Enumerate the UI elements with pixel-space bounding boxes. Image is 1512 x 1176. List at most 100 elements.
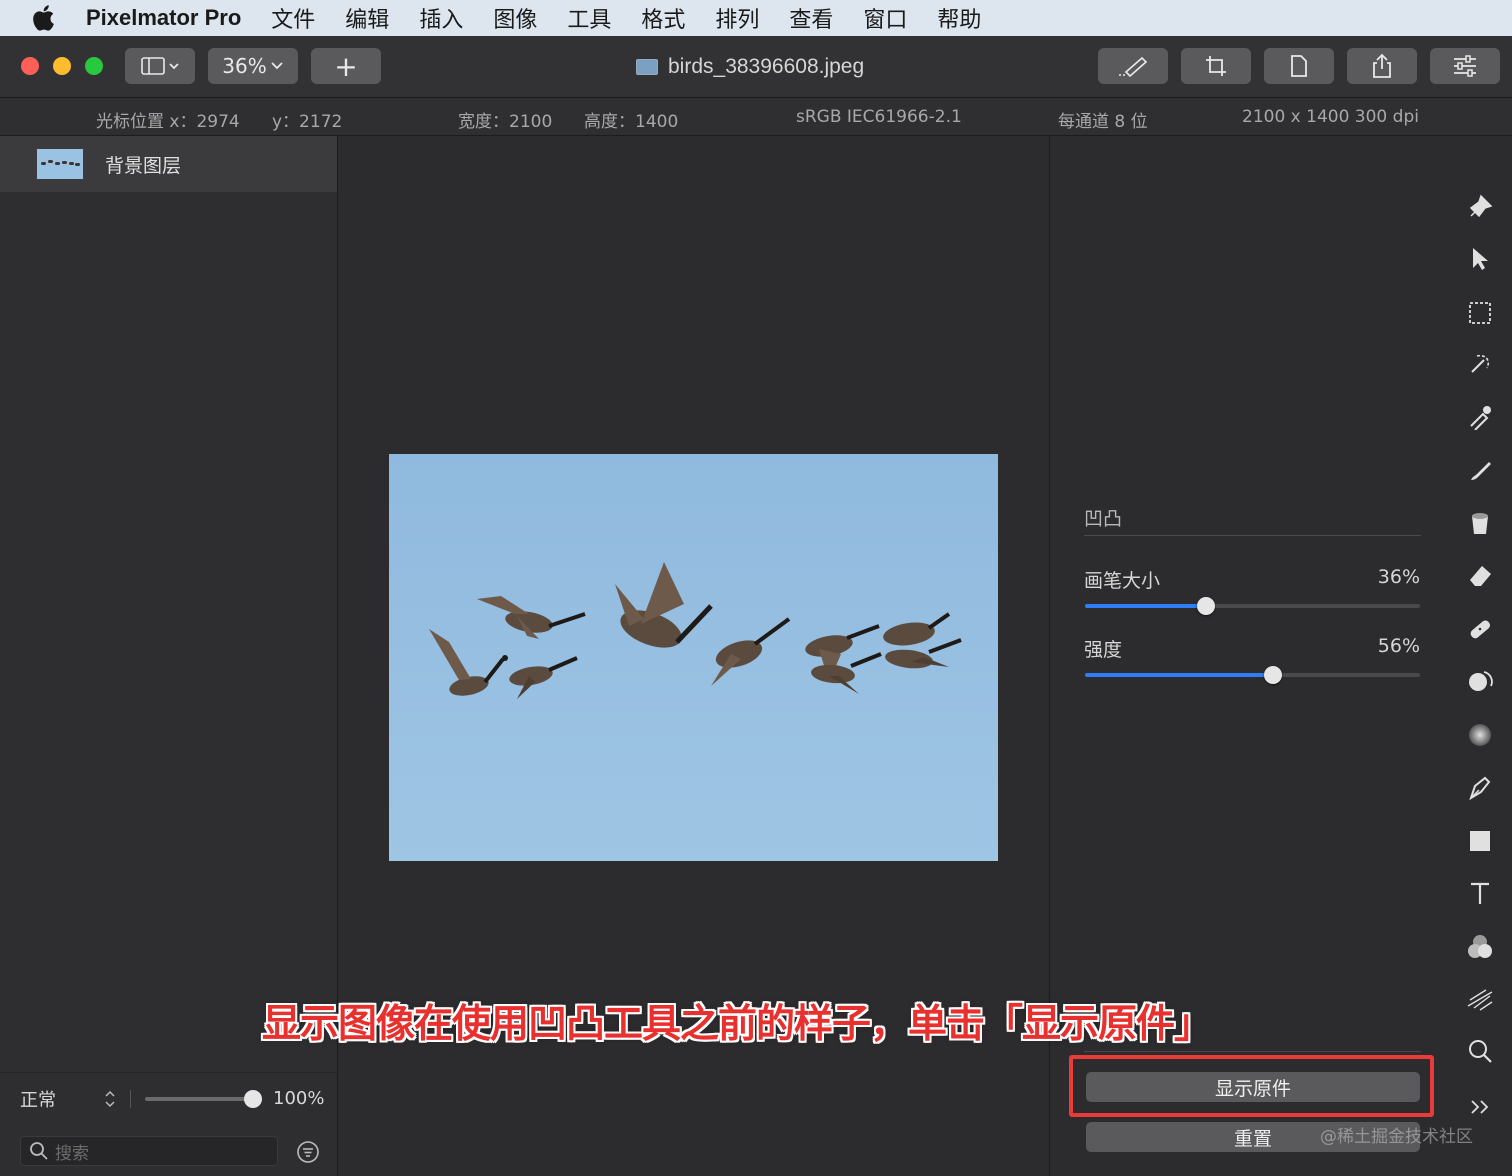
- paint-brush-icon: [1119, 56, 1148, 78]
- adjustments-button[interactable]: [1430, 48, 1500, 84]
- brush-icon: [1471, 462, 1491, 480]
- bandage-icon: [1470, 620, 1491, 639]
- image-width-readout: 宽度：2100: [458, 112, 553, 132]
- menu-view[interactable]: 查看: [789, 2, 833, 34]
- opacity-value: 100%: [273, 1088, 325, 1109]
- cursor-y-readout: y：2172: [272, 112, 343, 132]
- menu-format[interactable]: 格式: [641, 2, 685, 34]
- rectangle-icon: [1470, 831, 1490, 851]
- search-placeholder: 搜索: [55, 1143, 89, 1164]
- tool-clone[interactable]: [1465, 666, 1495, 696]
- cursor-x-readout: 光标位置 x：2974: [96, 112, 240, 132]
- sidebar-toggle-button[interactable]: [125, 48, 195, 84]
- bottom-divider: [1084, 1051, 1421, 1052]
- paint-bucket-icon: [1472, 513, 1488, 534]
- brush-size-value[interactable]: 36%: [1340, 566, 1420, 588]
- tool-color-adjust[interactable]: [1465, 932, 1495, 962]
- document-title: birds_38396608.jpeg: [668, 55, 865, 78]
- pen-nib-icon: [1469, 776, 1491, 800]
- tool-arrange[interactable]: [1465, 192, 1495, 222]
- sparkle-icon: [1467, 989, 1493, 1011]
- strength-value[interactable]: 56%: [1340, 635, 1420, 657]
- chevron-updown-icon[interactable]: [104, 1090, 116, 1108]
- brush-size-slider-fill: [1085, 604, 1206, 608]
- close-window-button[interactable]: [21, 57, 39, 75]
- menu-tools[interactable]: 工具: [567, 2, 611, 34]
- tools-sidebar: [1449, 136, 1512, 1176]
- window-toolbar: 36% + birds_38396608.jpeg: [0, 36, 1512, 98]
- tool-blur[interactable]: [1465, 720, 1495, 750]
- crop-icon: [1206, 56, 1226, 76]
- app-menu[interactable]: Pixelmator Pro: [86, 5, 241, 31]
- text-icon: [1471, 882, 1489, 904]
- share-button[interactable]: [1347, 48, 1417, 84]
- watermark: @稀土掘金技术社区: [1320, 1127, 1473, 1147]
- blend-mode-select[interactable]: 正常: [20, 1086, 104, 1112]
- menu-insert[interactable]: 插入: [419, 2, 463, 34]
- retouch-tools-button[interactable]: [1098, 48, 1168, 84]
- clone-stamp-icon: [1469, 671, 1493, 691]
- strength-slider-fill: [1085, 673, 1273, 677]
- tool-rect-selection[interactable]: [1465, 298, 1495, 328]
- tool-fill[interactable]: [1465, 508, 1495, 538]
- menu-window[interactable]: 窗口: [863, 2, 907, 34]
- magnifier-icon: [1469, 1040, 1492, 1063]
- tool-repair[interactable]: [1465, 614, 1495, 644]
- tool-distort[interactable]: [1465, 984, 1495, 1014]
- annotation-highlight-box: [1069, 1055, 1434, 1117]
- layer-blend-controls: 正常 100%: [0, 1072, 337, 1124]
- minimize-window-button[interactable]: [53, 57, 71, 75]
- double-chevron-right-icon: [1471, 1100, 1489, 1114]
- color-profile-readout: sRGB IEC61966-2.1: [796, 107, 962, 127]
- opacity-slider[interactable]: [145, 1089, 262, 1108]
- chevron-down-icon: [271, 62, 283, 70]
- layer-search-field[interactable]: 搜索: [20, 1136, 278, 1166]
- tool-zoom[interactable]: [1465, 1036, 1495, 1066]
- tool-pen[interactable]: [1465, 772, 1495, 802]
- tool-color-picker[interactable]: [1465, 402, 1495, 432]
- strength-slider[interactable]: [1085, 666, 1420, 684]
- filter-icon[interactable]: [296, 1140, 320, 1164]
- strength-slider-knob[interactable]: [1264, 666, 1282, 684]
- opacity-slider-knob[interactable]: [244, 1089, 262, 1108]
- tool-more[interactable]: [1465, 1092, 1495, 1122]
- divider: [130, 1089, 131, 1108]
- tool-smart-selection[interactable]: [1465, 350, 1495, 380]
- pointer-icon: [1473, 248, 1488, 270]
- share-icon: [1373, 53, 1391, 78]
- sidebar-icon: [141, 57, 179, 75]
- menu-edit[interactable]: 编辑: [345, 2, 389, 34]
- menu-arrange[interactable]: 排列: [715, 2, 759, 34]
- document-button[interactable]: [1264, 48, 1334, 84]
- section-divider: [1084, 535, 1421, 536]
- blur-icon: [1469, 724, 1491, 746]
- tool-erase[interactable]: [1465, 560, 1495, 590]
- menu-help[interactable]: 帮助: [937, 2, 981, 34]
- marquee-icon: [1469, 302, 1491, 324]
- image-canvas[interactable]: [389, 454, 998, 861]
- tool-shapes[interactable]: [1465, 826, 1495, 856]
- search-icon: [30, 1142, 48, 1160]
- image-info-bar: 光标位置 x：2974 y：2172 宽度：2100 高度：1400 sRGB …: [0, 98, 1512, 136]
- tutorial-annotation: 显示图像在使用凹凸工具之前的样子，单击「显示原件」: [262, 1002, 1213, 1047]
- menu-file[interactable]: 文件: [271, 2, 315, 34]
- zoom-dropdown[interactable]: 36%: [208, 48, 298, 84]
- eraser-icon: [1470, 566, 1491, 586]
- layer-thumbnail: [37, 149, 83, 179]
- tool-select[interactable]: [1465, 244, 1495, 274]
- zoom-window-button[interactable]: [85, 57, 103, 75]
- apple-menu-icon[interactable]: [30, 3, 60, 33]
- document-title-area: birds_38396608.jpeg: [636, 55, 864, 79]
- color-circles-icon: [1468, 935, 1492, 958]
- tool-type[interactable]: [1465, 878, 1495, 908]
- brush-size-slider[interactable]: [1085, 597, 1420, 615]
- crop-button[interactable]: [1181, 48, 1251, 84]
- layer-name: 背景图层: [105, 154, 182, 177]
- menu-image[interactable]: 图像: [493, 2, 537, 34]
- add-button[interactable]: +: [311, 48, 381, 84]
- tool-section-title: 凹凸: [1084, 508, 1123, 530]
- menu-bar: Pixelmator Pro 文件 编辑 插入 图像 工具 格式 排列 查看 窗…: [0, 0, 1512, 36]
- layer-item[interactable]: 背景图层: [0, 136, 337, 192]
- brush-size-slider-knob[interactable]: [1197, 597, 1215, 615]
- tool-paint[interactable]: [1465, 456, 1495, 486]
